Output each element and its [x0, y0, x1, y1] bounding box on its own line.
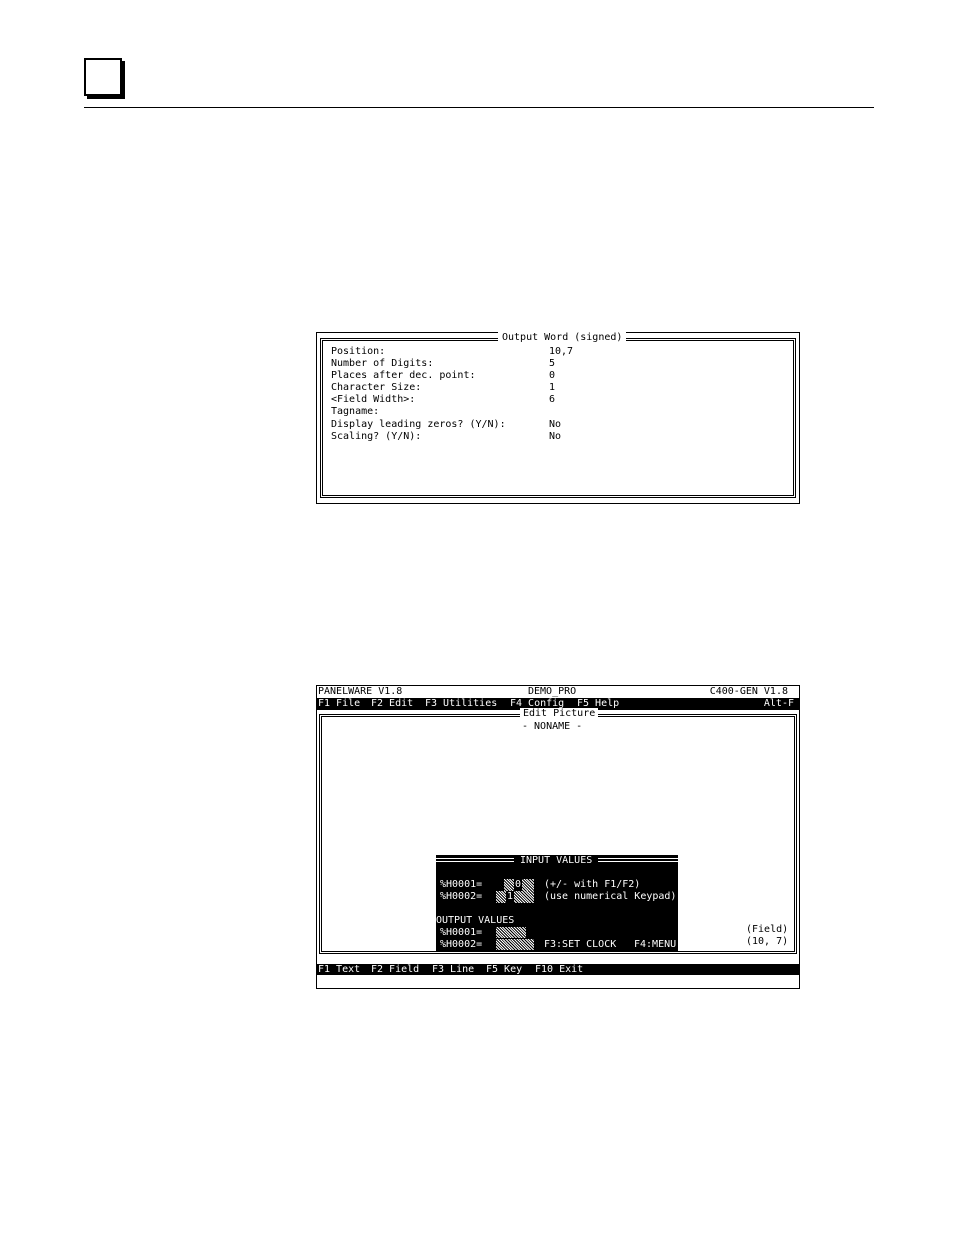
output2-label: %H0002=: [440, 939, 483, 950]
field-position[interactable]: Position: 10,7: [331, 346, 573, 358]
field-value[interactable]: No: [549, 431, 561, 443]
input2-hint: (use numerical Keypad): [544, 891, 677, 902]
field-label: Scaling? (Y/N):: [331, 431, 422, 442]
output1-field: [496, 927, 526, 938]
field-value[interactable]: 6: [549, 394, 555, 406]
menu-shortcut-hint: Alt-F: [763, 698, 794, 709]
picture-name: - NONAME -: [522, 721, 583, 732]
input-values-header: INPUT VALUES: [436, 855, 678, 867]
dialog-frame: Output Word (signed) Position: 10,7 Numbe…: [320, 332, 796, 498]
target-version: C400-GEN V1.8: [709, 686, 788, 697]
edit-picture-frame[interactable]: Edit Picture - NONAME - (Field) (10, 7) …: [319, 708, 797, 954]
title-bar: PANELWARE V1.8 DEMO_PRO C400-GEN V1.8: [317, 686, 799, 698]
fkey-text[interactable]: F1 Text: [318, 964, 360, 975]
input1-field[interactable]: 0: [504, 879, 534, 891]
output1-label: %H0001=: [440, 927, 483, 938]
input-values-title: INPUT VALUES: [520, 855, 593, 866]
fkey-key[interactable]: F5 Key: [486, 964, 522, 975]
menu-item-edit[interactable]: F2 Edit: [371, 698, 413, 710]
field-label: <Field Width>:: [331, 394, 416, 405]
field-label: Number of Digits:: [331, 358, 434, 369]
field-tagname[interactable]: Tagname:: [331, 406, 379, 418]
panelware-screen: PANELWARE V1.8 DEMO_PRO C400-GEN V1.8 F1…: [316, 685, 800, 989]
input1-label: %H0001=: [440, 879, 483, 890]
field-value[interactable]: No: [549, 419, 561, 431]
field-character-size[interactable]: Character Size: 1: [331, 382, 555, 394]
input2-value: 1: [506, 891, 515, 903]
input2-label: %H0002=: [440, 891, 483, 902]
field-label: Position:: [331, 346, 386, 357]
input1-value: 0: [514, 879, 523, 891]
menu-key[interactable]: F4:MENU: [634, 939, 676, 951]
edit-picture-title: Edit Picture: [520, 708, 599, 720]
title-rule: [598, 858, 678, 862]
fkey-line[interactable]: F3 Line: [432, 964, 474, 975]
output-word-dialog: Output Word (signed) Position: 10,7 Numbe…: [316, 332, 800, 504]
fkey-field[interactable]: F2 Field: [371, 964, 419, 975]
field-field-width[interactable]: <Field Width>: 6: [331, 394, 555, 406]
fkey-exit[interactable]: F10 Exit: [535, 964, 583, 975]
set-clock-key[interactable]: F3:SET CLOCK: [544, 939, 616, 951]
cursor-coordinates: (10, 7): [746, 936, 789, 947]
field-value[interactable]: 5: [549, 358, 555, 370]
field-label: Tagname:: [331, 406, 380, 417]
field-leading-zeros[interactable]: Display leading zeros? (Y/N): No: [331, 419, 561, 431]
field-places-after-dec[interactable]: Places after dec. point: 0: [331, 370, 555, 382]
field-value[interactable]: 10,7: [549, 346, 573, 358]
app-title: PANELWARE V1.8: [318, 686, 403, 697]
output-values-title: OUTPUT VALUES: [436, 915, 515, 926]
field-label: Display leading zeros? (Y/N):: [331, 419, 506, 430]
field-value[interactable]: 1: [549, 382, 555, 394]
page-marker-box: [84, 58, 122, 96]
menu-item-utilities[interactable]: F3 Utilities: [425, 698, 497, 710]
field-label-indicator: (Field): [746, 924, 789, 935]
field-label: Character Size:: [331, 382, 422, 393]
title-rule: [436, 858, 514, 862]
field-scaling[interactable]: Scaling? (Y/N): No: [331, 431, 561, 443]
field-value[interactable]: 0: [549, 370, 555, 382]
function-key-bar: F1 Text F2 Field F3 Line F5 Key F10 Exit: [317, 964, 799, 975]
dialog-title: Output Word (signed): [498, 332, 627, 344]
input2-field[interactable]: 1: [496, 891, 534, 903]
io-values-popup: INPUT VALUES %H0001= 0 (+/- with F1/F2) …: [436, 855, 678, 952]
field-label: Places after dec. point:: [331, 370, 476, 381]
menu-item-file[interactable]: F1 File: [318, 698, 360, 710]
project-name: DEMO_PRO: [528, 686, 577, 697]
header-rule: [84, 107, 874, 108]
field-number-of-digits[interactable]: Number of Digits: 5: [331, 358, 555, 370]
output2-field: [496, 939, 534, 950]
input1-hint: (+/- with F1/F2): [544, 879, 641, 890]
